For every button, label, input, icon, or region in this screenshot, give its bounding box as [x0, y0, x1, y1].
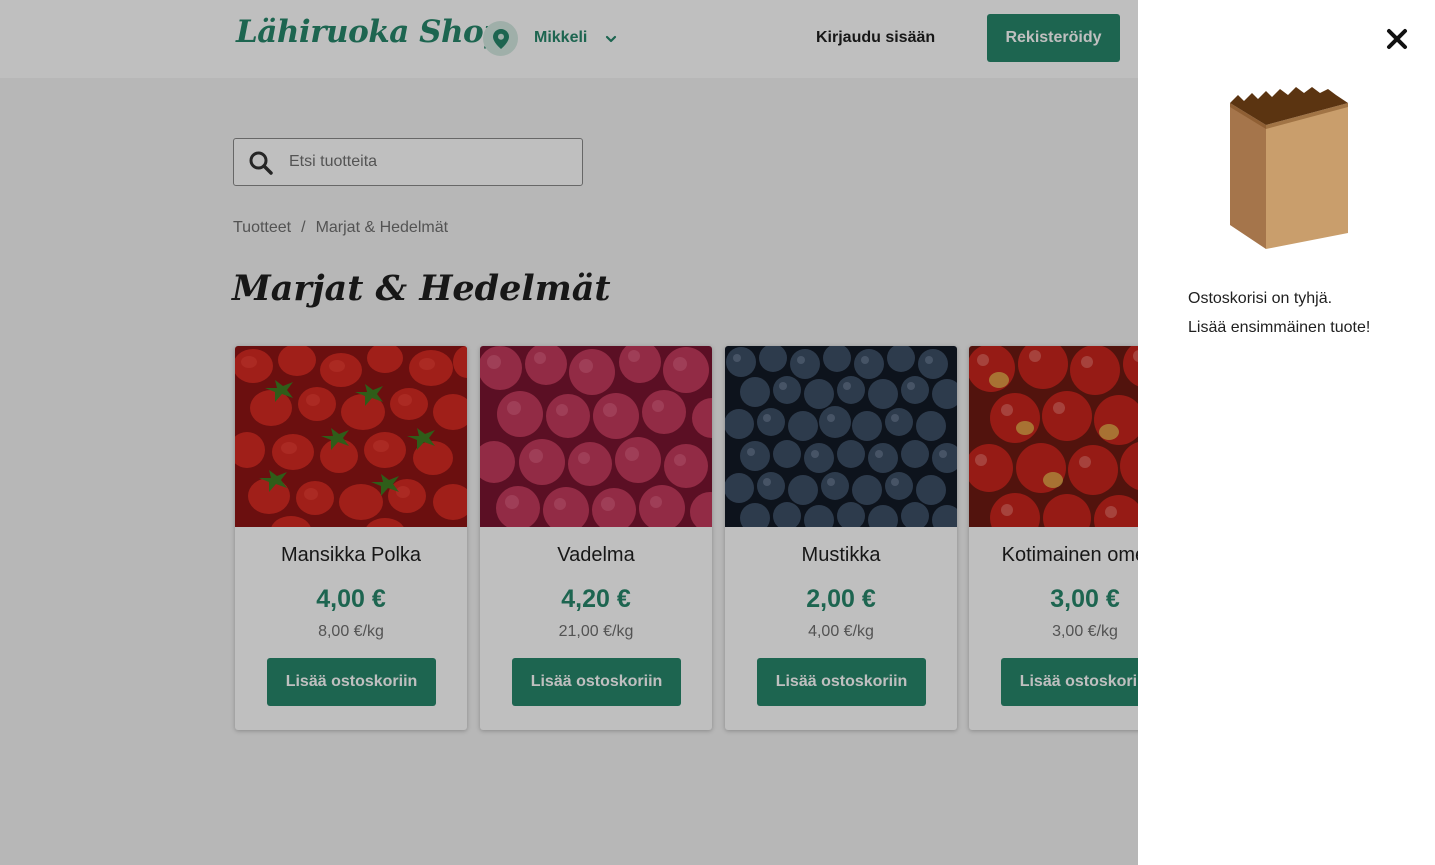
empty-cart-message: Ostoskorisi on tyhjä. Lisää ensimmäinen … — [1188, 284, 1370, 342]
empty-cart-line2: Lisää ensimmäinen tuote! — [1188, 319, 1371, 336]
close-icon[interactable] — [1384, 26, 1410, 52]
close-cart-button[interactable] — [1384, 26, 1410, 52]
cart-drawer: Ostoskorisi on tyhjä. Lisää ensimmäinen … — [1138, 0, 1435, 865]
modal-backdrop[interactable] — [0, 0, 1138, 865]
empty-cart-line1: Ostoskorisi on tyhjä. — [1188, 290, 1333, 307]
paper-bag-icon — [1230, 87, 1348, 249]
